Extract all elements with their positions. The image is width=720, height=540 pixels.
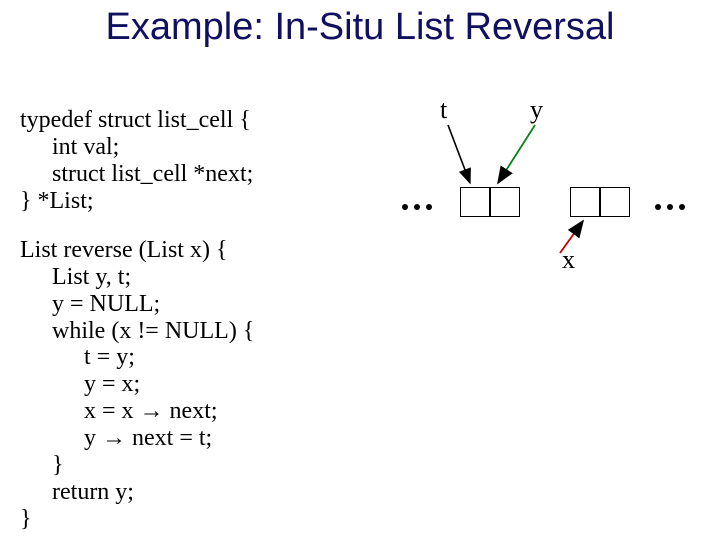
arrows-svg	[400, 95, 710, 315]
code-line: int val;	[20, 134, 119, 161]
code-line: List reverse (List x) {	[20, 237, 227, 263]
code-line: typedef struct list_cell {	[20, 107, 251, 133]
slide: Example: In-Situ List Reversal typedef s…	[0, 0, 720, 540]
code-line: }	[20, 506, 32, 532]
code-line: y = NULL;	[20, 291, 160, 318]
code-line: }	[20, 452, 64, 479]
code-line: y = x;	[20, 371, 140, 398]
code-line: while (x != NULL) {	[20, 318, 254, 345]
code-line: t = y;	[20, 344, 135, 371]
code-line: List y, t;	[20, 264, 131, 291]
arrow-icon: →	[102, 425, 126, 451]
pointer-diagram: t y x	[400, 95, 710, 315]
code-line: y → next = t;	[20, 425, 212, 452]
code-line: struct list_cell *next;	[20, 161, 253, 188]
arrow-x	[560, 221, 583, 253]
code-typedef: typedef struct list_cell { int val; stru…	[20, 80, 253, 214]
code-reverse: List reverse (List x) { List y, t; y = N…	[20, 210, 254, 533]
slide-title: Example: In-Situ List Reversal	[0, 6, 720, 49]
code-line: x = x → next;	[20, 398, 218, 425]
arrow-t	[448, 125, 470, 183]
arrow-y	[498, 125, 535, 183]
arrow-icon: →	[140, 398, 164, 424]
code-line: return y;	[20, 479, 134, 506]
